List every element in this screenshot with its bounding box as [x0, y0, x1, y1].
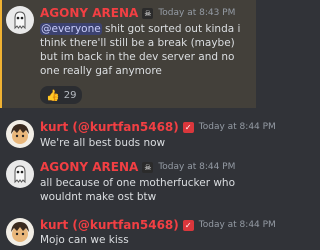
author-name[interactable]: AGONY ARENA [40, 6, 138, 20]
everyone-mention[interactable]: @everyone [40, 23, 102, 35]
timestamp: Today at 8:44 PM [198, 122, 276, 132]
thumbs-up-icon: 👍 [46, 88, 60, 102]
message-4[interactable]: kurt (@kurtfan5468) ✓ Today at 8:44 PM M… [0, 212, 276, 250]
message-text: Mojo can we kiss [40, 234, 129, 246]
timestamp: Today at 8:44 PM [198, 220, 276, 230]
kurt-avatar-icon [6, 218, 34, 246]
author-name[interactable]: AGONY ARENA [40, 160, 138, 174]
avatar-agony-arena[interactable] [6, 6, 34, 34]
author-name[interactable]: kurt (@kurtfan5468) [40, 218, 179, 232]
reaction-thumbs-up[interactable]: 👍 29 [40, 86, 83, 104]
ghost-icon: ☠ [142, 7, 154, 19]
check-badge-icon: ✓ [182, 219, 194, 231]
author-name[interactable]: kurt (@kurtfan5468) [40, 120, 179, 134]
avatar-agony-arena[interactable] [6, 160, 34, 188]
message-text: all because of one motherfucker who woul… [40, 177, 236, 203]
timestamp: Today at 8:43 PM [158, 8, 236, 18]
avatar-kurt[interactable] [6, 218, 34, 246]
ghost-avatar-icon [6, 6, 34, 34]
timestamp: Today at 8:44 PM [158, 162, 236, 172]
message-3[interactable]: AGONY ARENA ☠ Today at 8:44 PM all becau… [0, 156, 256, 208]
message-2[interactable]: kurt (@kurtfan5468) ✓ Today at 8:44 PM W… [0, 114, 276, 154]
message-1[interactable]: AGONY ARENA ☠ Today at 8:43 PM @everyone… [0, 0, 256, 108]
reaction-count: 29 [63, 89, 77, 101]
kurt-avatar-icon [6, 120, 34, 148]
ghost-icon: ☠ [142, 161, 154, 173]
message-text: We're all best buds now [40, 137, 166, 149]
ghost-avatar-icon [6, 160, 34, 188]
message-text: @everyone shit got sorted out kinda i th… [40, 23, 241, 77]
avatar-kurt[interactable] [6, 120, 34, 148]
check-badge-icon: ✓ [182, 121, 194, 133]
